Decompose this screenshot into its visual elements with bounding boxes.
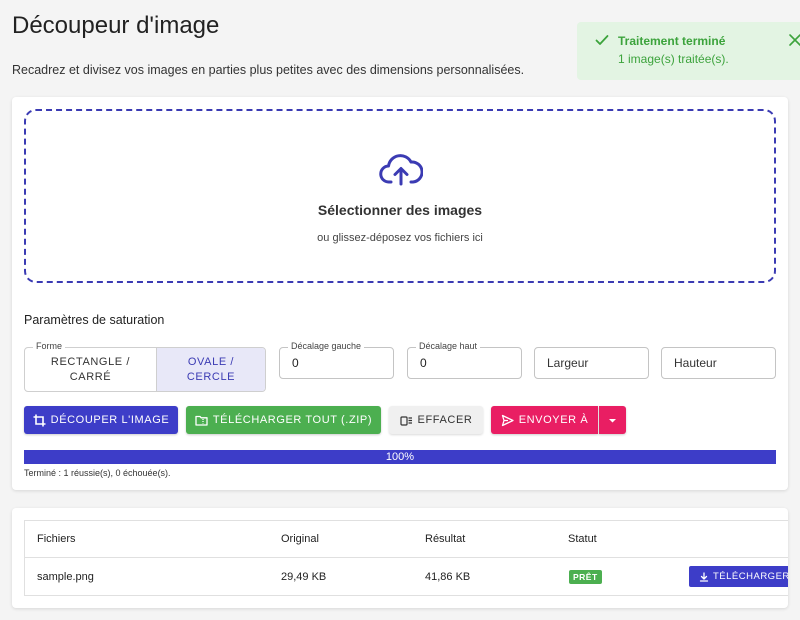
download-icon — [699, 571, 709, 582]
close-icon[interactable] — [788, 33, 800, 47]
success-toast: Traitement terminé 1 image(s) traitée(s)… — [577, 22, 800, 80]
results-card: Fichiers Original Résultat Statut sample… — [12, 508, 788, 608]
table-header-row: Fichiers Original Résultat Statut — [25, 521, 788, 558]
width-field-wrap — [534, 347, 649, 379]
page-title: Découpeur d'image — [12, 12, 220, 39]
height-field-wrap — [661, 347, 776, 379]
crop-icon — [33, 414, 46, 426]
shape-option-label: CERCLE — [186, 370, 236, 383]
row-download-label: TÉLÉCHARGER — [713, 571, 788, 582]
column-header-result: Résultat — [425, 533, 466, 545]
progress-label: 100% — [385, 451, 415, 463]
send-to-menu-button[interactable] — [599, 406, 626, 434]
results-table: Fichiers Original Résultat Statut sample… — [24, 520, 788, 596]
shape-option-label: OVALE / — [187, 355, 235, 368]
dropzone-subtitle: ou glissez-déposez vos fichiers ici — [317, 232, 483, 244]
column-header-files: Fichiers — [37, 533, 76, 545]
progress-bar: 100% — [24, 450, 776, 464]
toast-message: 1 image(s) traitée(s). — [618, 52, 729, 66]
clear-button[interactable]: EFFACER — [389, 406, 483, 434]
offset-left-input[interactable] — [280, 348, 393, 378]
send-to-button[interactable]: ENVOYER À — [491, 406, 598, 434]
offset-top-input[interactable] — [408, 348, 521, 378]
send-icon — [501, 414, 514, 426]
toast-title: Traitement terminé — [618, 34, 726, 48]
offset-left-field-wrap: Décalage gauche — [279, 341, 394, 379]
send-to-button-label: ENVOYER À — [518, 414, 589, 426]
shape-toggle-group: Forme RECTANGLE / CARRÉ OVALE / CERCLE — [24, 341, 266, 392]
shape-option-label: RECTANGLE / — [50, 355, 131, 368]
cloud-upload-icon — [379, 154, 423, 186]
caret-down-icon — [609, 418, 616, 422]
status-badge: PRÊT — [569, 570, 602, 584]
image-dropzone[interactable]: Sélectionner des images ou glissez-dépos… — [24, 109, 776, 283]
progress-status: Terminé : 1 réussie(s), 0 échouée(s). — [24, 468, 171, 478]
column-header-status: Statut — [568, 533, 597, 545]
download-all-button-label: TÉLÉCHARGER TOUT (.ZIP) — [212, 414, 373, 426]
dropzone-title: Sélectionner des images — [317, 202, 483, 218]
column-header-original: Original — [281, 533, 319, 545]
shape-option-rectangle[interactable]: RECTANGLE / CARRÉ — [25, 348, 156, 391]
table-row: sample.png 29,49 KB 41,86 KB PRÊT TÉLÉCH… — [25, 558, 788, 595]
download-all-button[interactable]: TÉLÉCHARGER TOUT (.ZIP) — [186, 406, 381, 434]
width-input[interactable] — [535, 348, 648, 378]
cropper-card: Sélectionner des images ou glissez-dépos… — [12, 97, 788, 490]
offset-top-field-wrap: Décalage haut — [407, 341, 522, 379]
cell-original-size: 29,49 KB — [281, 571, 327, 583]
folder-zip-icon — [195, 415, 208, 426]
shape-option-oval[interactable]: OVALE / CERCLE — [156, 348, 265, 391]
check-icon — [595, 35, 609, 45]
height-input[interactable] — [662, 348, 775, 378]
page-subtitle: Recadrez et divisez vos images en partie… — [12, 63, 525, 77]
clear-button-label: EFFACER — [417, 414, 473, 426]
cell-file-name: sample.png — [37, 571, 94, 583]
cell-result-size: 41,86 KB — [425, 571, 471, 583]
crop-button-label: DÉCOUPER L'IMAGE — [50, 414, 170, 426]
crop-button[interactable]: DÉCOUPER L'IMAGE — [24, 406, 178, 434]
settings-section-label: Paramètres de saturation — [24, 313, 165, 327]
clear-all-icon — [399, 415, 412, 426]
shape-option-label: CARRÉ — [69, 370, 112, 383]
row-download-button[interactable]: TÉLÉCHARGER — [689, 566, 788, 587]
